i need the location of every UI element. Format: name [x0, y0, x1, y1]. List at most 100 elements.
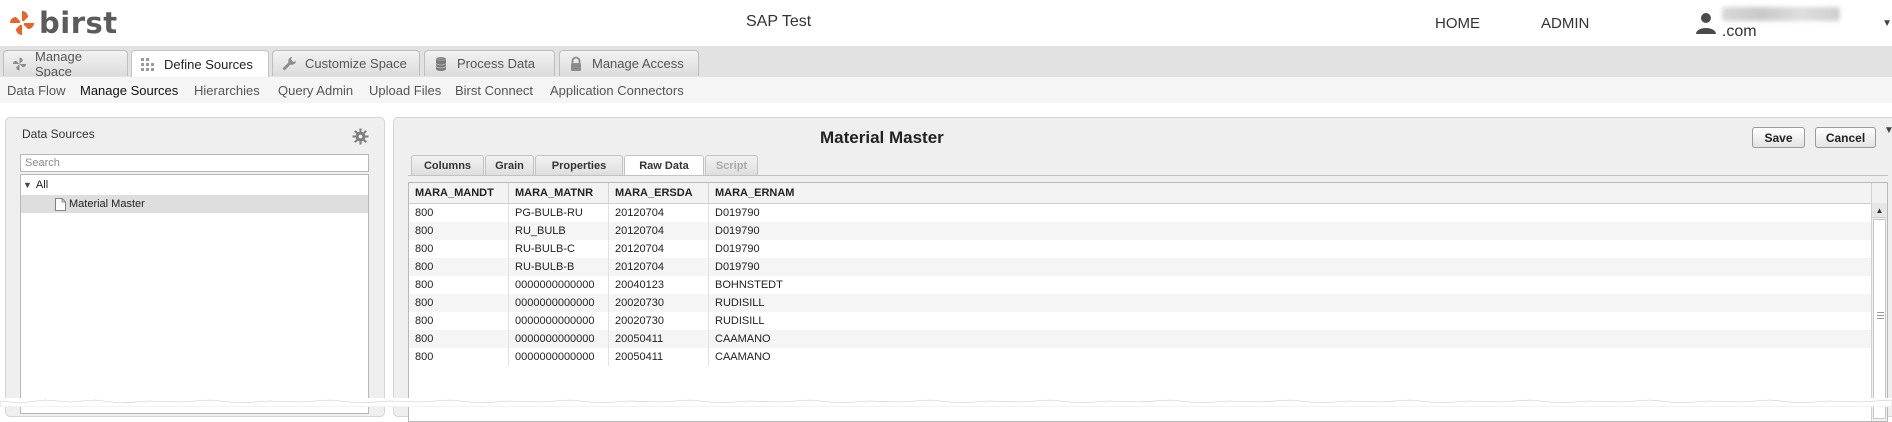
nav-admin-link[interactable]: ADMIN	[1541, 15, 1589, 32]
table-row[interactable]: 800 RU-BULB-B 20120704 D019790	[409, 258, 1871, 276]
table-cell: 800	[409, 222, 509, 240]
caret-down-icon[interactable]: ▼	[1882, 18, 1892, 29]
table-row[interactable]: 800 RU_BULB 20120704 D019790	[409, 222, 1871, 240]
database-icon	[435, 56, 447, 71]
subnav-manage-sources[interactable]: Manage Sources	[80, 83, 178, 98]
table-cell: 20120704	[609, 258, 709, 276]
raw-data-table: MARA_MANDT MARA_MATNR MARA_ERSDA MARA_ER…	[408, 182, 1888, 422]
table-cell: 800	[409, 330, 509, 348]
table-cell: 20120704	[609, 204, 709, 222]
tab-properties[interactable]: Properties	[535, 155, 623, 175]
table-cell: D019790	[715, 225, 760, 237]
table-body: 800 PG-BULB-RU 20120704 D019790 800 RU_BULB 20…	[409, 204, 1871, 366]
table-cell: 0000000000000	[509, 348, 609, 366]
app-header: birst SAP Test HOME ADMIN .com ▼	[0, 0, 1892, 47]
tab-label: Manage Space	[35, 48, 82, 79]
tab-process-data[interactable]: Process Data	[424, 50, 555, 76]
table-row[interactable]: 800 0000000000000 20020730 RUDISILL	[409, 312, 1871, 330]
redacted-email	[1721, 6, 1840, 21]
lock-icon	[571, 56, 581, 71]
user-icon	[1695, 13, 1716, 34]
tab-divider	[408, 175, 1888, 176]
save-button[interactable]: Save	[1752, 127, 1805, 148]
cancel-button[interactable]: Cancel	[1815, 127, 1876, 148]
table-cell: D019790	[715, 207, 760, 219]
tree-root-all[interactable]: ▼ All	[23, 177, 48, 193]
table-row[interactable]: 800 0000000000000 20040123 BOHNSTEDT	[409, 276, 1871, 294]
user-email-domain: .com	[1721, 23, 1757, 40]
table-row[interactable]: 800 RU-BULB-C 20120704 D019790	[409, 240, 1871, 258]
tree-item-material-master[interactable]: Material Master	[21, 195, 368, 213]
tab-manage-access[interactable]: Manage Access	[559, 50, 699, 76]
tab-label: Process Data	[457, 56, 536, 71]
user-email: .com	[1721, 5, 1876, 41]
subnav-upload-files[interactable]: Upload Files	[369, 83, 441, 98]
column-header[interactable]: MARA_ERSDA	[609, 183, 709, 203]
torn-edge-shape	[0, 399, 1892, 407]
table-row[interactable]: 800 0000000000000 20020730 RUDISILL	[409, 294, 1871, 312]
table-cell: 0000000000000	[509, 312, 609, 330]
tab-raw-data[interactable]: Raw Data	[624, 155, 704, 176]
user-menu[interactable]: .com ▼	[1694, 6, 1892, 40]
table-cell: CAAMANO	[715, 333, 771, 345]
source-detail-panel: Material Master Save Cancel Columns Grai…	[393, 117, 1892, 422]
table-row[interactable]: 800 0000000000000 20050411 CAAMANO	[409, 348, 1871, 366]
table-cell: RU-BULB-B	[509, 258, 609, 276]
subnav-application-connectors[interactable]: Application Connectors	[550, 83, 684, 98]
table-cell: D019790	[715, 261, 760, 273]
table-cell: RU_BULB	[509, 222, 609, 240]
table-cell: 0000000000000	[509, 276, 609, 294]
subnav-birst-connect[interactable]: Birst Connect	[455, 83, 533, 98]
tab-columns[interactable]: Columns	[411, 155, 484, 175]
table-vertical-scrollbar[interactable]: ▲	[1871, 183, 1887, 421]
main-tab-bar: Manage Space Define Sources Customize Sp…	[0, 46, 1892, 79]
subnav-data-flow[interactable]: Data Flow	[7, 83, 66, 98]
nav-home-link[interactable]: HOME	[1435, 15, 1480, 32]
column-header[interactable]: MARA_MATNR	[509, 183, 609, 203]
table-cell: 20050411	[609, 330, 709, 348]
tab-grain[interactable]: Grain	[485, 155, 534, 175]
data-sources-title: Data Sources	[22, 127, 95, 141]
tree-root-label: All	[35, 179, 49, 191]
tree-item-label: Material Master	[69, 198, 145, 210]
subnav-hierarchies[interactable]: Hierarchies	[194, 83, 260, 98]
gear-icon[interactable]	[352, 128, 369, 145]
table-cell: 800	[409, 312, 509, 330]
table-cell: BOHNSTEDT	[715, 279, 783, 291]
tab-label: Define Sources	[164, 57, 253, 72]
table-cell: 20050411	[609, 348, 709, 366]
table-cell: 800	[409, 348, 509, 366]
logo-wordmark: birst	[39, 6, 118, 40]
table-cell: CAAMANO	[715, 351, 771, 363]
tab-manage-space[interactable]: Manage Space	[3, 48, 128, 79]
grip-icon	[1877, 312, 1884, 320]
birst-logo[interactable]: birst	[8, 8, 118, 38]
table-cell: RU-BULB-C	[509, 240, 609, 258]
torn-edge	[0, 398, 1892, 407]
table-cell: PG-BULB-RU	[509, 204, 609, 222]
table-row[interactable]: 800 0000000000000 20050411 CAAMANO	[409, 330, 1871, 348]
caret-down-icon[interactable]: ▼	[23, 180, 32, 190]
wrench-icon	[282, 56, 296, 70]
subnav-query-admin[interactable]: Query Admin	[278, 83, 353, 98]
scrollbar-thumb[interactable]	[1873, 219, 1886, 419]
tab-label: Manage Access	[592, 56, 684, 71]
column-header[interactable]: MARA_ERNAM	[709, 183, 1871, 203]
tab-define-sources[interactable]: Define Sources	[131, 50, 269, 78]
tab-label: Customize Space	[305, 56, 407, 71]
pinwheel-icon	[12, 56, 27, 71]
table-cell: 20120704	[609, 240, 709, 258]
tab-customize-space[interactable]: Customize Space	[272, 50, 420, 76]
sub-navigation: Data Flow Manage Sources Hierarchies Que…	[0, 77, 1892, 104]
caret-down-icon[interactable]: ▼	[1884, 125, 1892, 136]
column-header[interactable]: MARA_MANDT	[409, 183, 509, 203]
table-cell: 20040123	[609, 276, 709, 294]
table-cell: 20020730	[609, 312, 709, 330]
table-cell: 800	[409, 294, 509, 312]
grid-icon	[141, 57, 154, 71]
table-row[interactable]: 800 PG-BULB-RU 20120704 D019790	[409, 204, 1871, 222]
tab-script: Script	[705, 155, 758, 175]
table-cell: 800	[409, 258, 509, 276]
data-sources-search-input[interactable]	[20, 154, 369, 172]
scroll-up-arrow-icon[interactable]: ▲	[1872, 203, 1887, 218]
